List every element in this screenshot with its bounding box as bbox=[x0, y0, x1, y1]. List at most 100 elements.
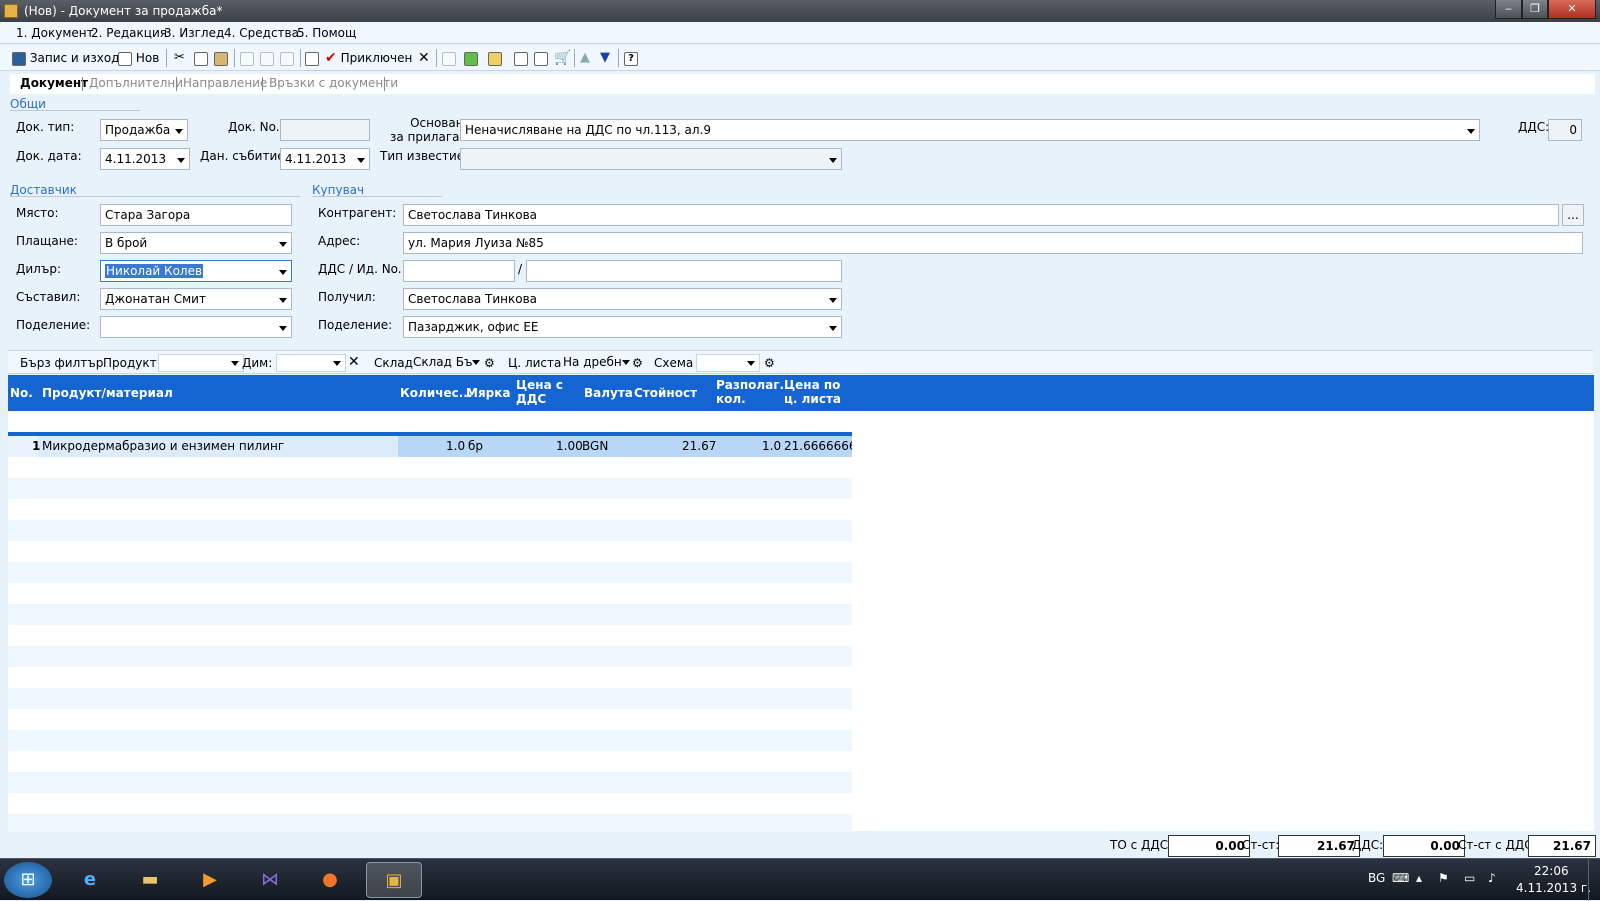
group-supplier-title: Доставчик bbox=[10, 183, 77, 197]
paste-document-icon[interactable] bbox=[534, 48, 548, 68]
quick-filter-button[interactable]: Бърз филтър bbox=[20, 356, 103, 370]
id-number-field[interactable] bbox=[526, 260, 842, 282]
help-icon[interactable]: ? bbox=[624, 48, 638, 68]
contractor-browse-button[interactable]: ... bbox=[1562, 204, 1584, 226]
visual-studio-icon[interactable]: ⋈ bbox=[242, 862, 298, 898]
chevron-down-icon bbox=[175, 129, 183, 134]
start-button[interactable]: ⊞ bbox=[4, 862, 52, 898]
export-icon[interactable] bbox=[280, 48, 294, 68]
language-indicator[interactable]: BG bbox=[1368, 871, 1385, 885]
firefox-icon[interactable]: ● bbox=[302, 862, 358, 898]
doc-date-picker[interactable]: 4.11.2013 bbox=[100, 148, 190, 170]
dim-filter-select[interactable] bbox=[276, 354, 346, 372]
row-product: Микродермабразио и ензимен пилинг bbox=[42, 439, 285, 453]
menu-document[interactable]: 1. Документ bbox=[16, 26, 94, 40]
received-by-select[interactable]: Светослава Тинкова bbox=[403, 288, 842, 310]
cart-icon[interactable]: 🛒 bbox=[554, 48, 571, 68]
column-header-quantity[interactable]: Количес... bbox=[400, 386, 472, 400]
tab-document-links[interactable]: Връзки с документи bbox=[269, 76, 398, 90]
copy-document-icon[interactable] bbox=[514, 48, 528, 68]
column-header-value[interactable]: Стойност bbox=[634, 386, 697, 400]
flag-icon[interactable]: ⚑ bbox=[1438, 871, 1449, 885]
chevron-down-icon bbox=[472, 360, 480, 365]
star-icon[interactable] bbox=[488, 48, 502, 68]
cut-icon[interactable]: ✂ bbox=[174, 48, 185, 68]
tab-direction[interactable]: Направление bbox=[183, 76, 267, 90]
show-hidden-icons-icon[interactable]: ▴ bbox=[1416, 871, 1422, 885]
warehouse-select[interactable]: Склад Бъ bbox=[410, 354, 480, 372]
maximize-button[interactable]: ❐ bbox=[1522, 0, 1548, 19]
doc-date-label: Док. дата: bbox=[16, 149, 82, 163]
save-icon bbox=[12, 51, 26, 66]
price-list-config-icon[interactable]: ⚙ bbox=[632, 356, 643, 370]
total-vat: 0.00 bbox=[1383, 835, 1465, 857]
column-header-no[interactable]: No. bbox=[10, 386, 33, 400]
notice-type-label: Тип известие: bbox=[380, 149, 469, 163]
price-list-select[interactable]: На дребн bbox=[560, 354, 630, 372]
tax-event-picker[interactable]: 4.11.2013 bbox=[280, 148, 370, 170]
column-header-product[interactable]: Продукт/материал bbox=[42, 386, 173, 400]
folder-icon[interactable]: ▬ bbox=[122, 862, 178, 898]
app-taskbar-icon[interactable]: ▣ bbox=[366, 862, 422, 898]
media-player-icon[interactable]: ▶ bbox=[182, 862, 238, 898]
delete-icon[interactable]: ✕ bbox=[418, 48, 430, 68]
column-header-list-price[interactable]: Цена по ц. листа bbox=[784, 378, 850, 406]
address-field[interactable]: ул. Мария Луиза №85 bbox=[403, 232, 1583, 254]
vat-number-field[interactable] bbox=[403, 260, 515, 282]
minimize-button[interactable]: ‒ bbox=[1495, 0, 1522, 19]
clock-date[interactable]: 4.11.2013 г. bbox=[1516, 881, 1591, 895]
menu-edit[interactable]: 2. Редакция bbox=[91, 26, 167, 40]
doc-no-field[interactable] bbox=[280, 119, 370, 141]
scheme-config-icon[interactable]: ⚙ bbox=[764, 356, 775, 370]
doc-no-label: Док. No. bbox=[228, 120, 280, 134]
completed-button[interactable]: ✔ Приключен bbox=[325, 48, 412, 68]
paste-icon[interactable] bbox=[214, 48, 228, 68]
list-icon[interactable] bbox=[442, 48, 456, 68]
buyer-division-select[interactable]: Пазарджик, офис ЕЕ bbox=[403, 316, 842, 338]
arrow-up-icon[interactable]: ▲ bbox=[580, 48, 590, 68]
scheme-select[interactable] bbox=[696, 354, 760, 372]
contractor-field[interactable]: Светослава Тинкова bbox=[403, 204, 1559, 226]
empty-row bbox=[8, 625, 852, 646]
doc-type-label: Док. тип: bbox=[16, 120, 75, 134]
edit-icon[interactable] bbox=[305, 48, 319, 68]
composed-by-select[interactable]: Джонатан Смит bbox=[100, 288, 292, 310]
clock-time[interactable]: 22:06 bbox=[1534, 864, 1569, 878]
clear-filter-icon[interactable]: ✕ bbox=[348, 354, 360, 370]
column-header-price-vat[interactable]: Цена с ДДС bbox=[516, 378, 566, 406]
column-header-available[interactable]: Разполаг... кол. bbox=[716, 378, 793, 406]
menu-help[interactable]: 5. Помощ bbox=[297, 26, 356, 40]
tab-document[interactable]: Документ bbox=[20, 76, 88, 90]
ie-icon[interactable]: e bbox=[62, 862, 118, 898]
warehouse-config-icon[interactable]: ⚙ bbox=[484, 356, 495, 370]
print-icon[interactable] bbox=[240, 48, 254, 68]
column-header-unit[interactable]: Мярка bbox=[466, 386, 510, 400]
refresh-icon[interactable] bbox=[464, 48, 478, 68]
copy-icon[interactable] bbox=[194, 48, 208, 68]
dealer-select[interactable]: Николай Колев bbox=[100, 260, 292, 282]
show-desktop-button[interactable] bbox=[1588, 859, 1600, 901]
volume-icon[interactable]: ♪ bbox=[1488, 871, 1496, 885]
basis-select[interactable]: Неначисляване на ДДС по чл.113, ал.9 bbox=[460, 119, 1480, 141]
arrow-down-icon[interactable]: ▼ bbox=[600, 48, 610, 68]
chevron-down-icon bbox=[747, 361, 755, 366]
tab-additional[interactable]: Допълнителни bbox=[89, 76, 183, 90]
table-row[interactable]: 1 Микродермабразио и ензимен пилинг 1.0 … bbox=[8, 436, 864, 457]
save-exit-button[interactable]: Запис и изход bbox=[12, 48, 119, 68]
vat-field[interactable]: 0 bbox=[1548, 119, 1582, 141]
menu-view[interactable]: 3. Изглед bbox=[164, 26, 224, 40]
print-preview-icon[interactable] bbox=[260, 48, 274, 68]
new-button[interactable]: Нов bbox=[118, 48, 159, 68]
keyboard-icon[interactable]: ⌨ bbox=[1392, 871, 1409, 885]
notice-type-select[interactable] bbox=[460, 148, 842, 170]
column-header-currency[interactable]: Валута bbox=[584, 386, 633, 400]
product-filter-select[interactable] bbox=[158, 354, 244, 372]
menu-tools[interactable]: 4. Средства bbox=[224, 26, 299, 40]
doc-type-select[interactable]: Продажба bbox=[100, 119, 188, 141]
close-button[interactable]: ✕ bbox=[1548, 0, 1596, 19]
network-icon[interactable]: ▭ bbox=[1464, 871, 1475, 885]
place-field[interactable]: Стара Загора bbox=[100, 204, 292, 226]
payment-select[interactable]: В брой bbox=[100, 232, 292, 254]
chevron-down-icon bbox=[279, 242, 287, 247]
supplier-division-select[interactable] bbox=[100, 316, 292, 338]
